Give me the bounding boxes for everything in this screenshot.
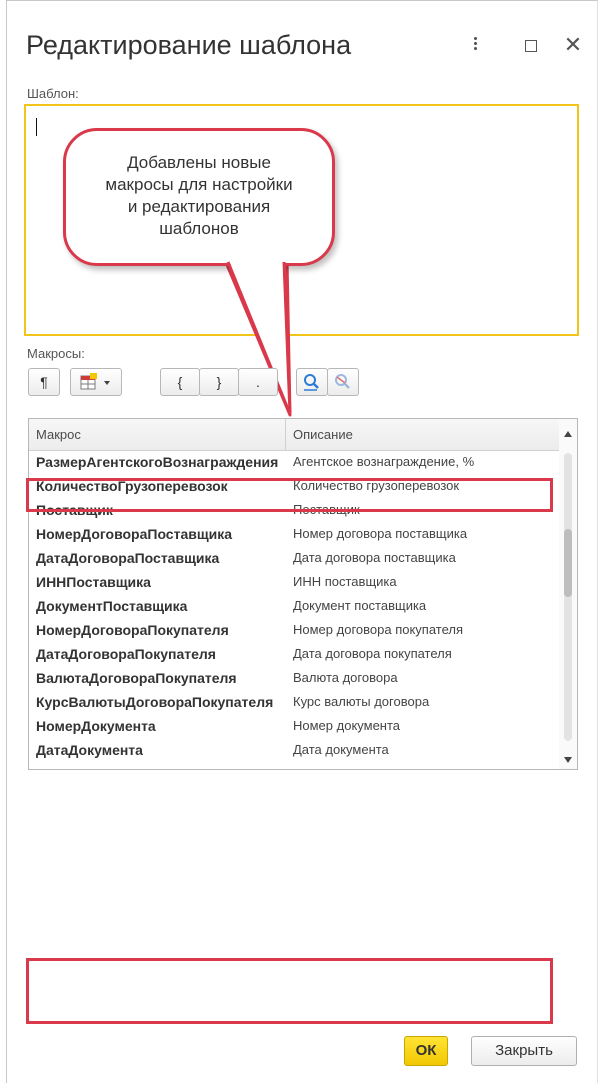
dialog-title: Редактирование шаблона [26, 30, 352, 60]
insert-field-dropdown[interactable] [70, 368, 122, 396]
table-header: Макрос Описание [29, 419, 559, 451]
scrollbar-thumb[interactable] [564, 529, 572, 597]
description-cell[interactable]: Поставщик [286, 498, 559, 522]
maximize-button[interactable] [518, 30, 544, 60]
macro-cell[interactable]: НомерДокумента [29, 714, 286, 738]
table-row[interactable]: ИННПоставщика ИНН поставщика [29, 570, 559, 594]
search-cancel-icon [335, 374, 350, 389]
more-vertical-icon [473, 36, 477, 51]
scroll-down-arrow-icon[interactable] [564, 757, 572, 763]
description-cell[interactable]: Номер счёта [286, 762, 559, 769]
brace-expression-button[interactable]: . [238, 368, 278, 396]
table-body: РазмерАгентскогоВознаграждения Агентское … [29, 450, 559, 769]
column-header-macro[interactable]: Макрос [29, 419, 286, 450]
table-row[interactable]: ДатаДоговораПоставщика Дата договора пост… [29, 546, 559, 570]
scroll-up-arrow-icon[interactable] [564, 431, 572, 437]
close-window-button[interactable]: ✕ [560, 30, 586, 60]
macro-cell[interactable]: ДатаДокумента [29, 738, 286, 762]
scrollbar-track[interactable] [564, 453, 572, 741]
ok-button[interactable]: ОК [404, 1036, 448, 1066]
table-row[interactable]: ВалютаДоговораПокупателя Валюта договора [29, 666, 559, 690]
text-caret [36, 118, 37, 136]
macro-cell[interactable]: РазмерАгентскогоВознаграждения [29, 450, 286, 474]
table-row[interactable]: НомерДокумента Номер документа [29, 714, 559, 738]
vertical-scrollbar[interactable] [559, 419, 577, 769]
table-row[interactable]: КоличествоГрузоперевозок Количество грузо… [29, 474, 559, 498]
description-cell[interactable]: Дата договора покупателя [286, 642, 559, 666]
table-row[interactable]: НомерДоговораПоставщика Номер договора по… [29, 522, 559, 546]
macros-label: Макросы: [27, 346, 85, 361]
description-cell[interactable]: Документ поставщика [286, 594, 559, 618]
paragraph-button[interactable]: ¶ [28, 368, 60, 396]
more-menu-button[interactable] [462, 30, 488, 60]
callout-line: макросы для настройки [105, 175, 293, 194]
table-row[interactable]: НомерДоговораПокупателя Номер договора по… [29, 618, 559, 642]
description-cell[interactable]: Валюта договора [286, 666, 559, 690]
description-cell[interactable]: Номер документа [286, 714, 559, 738]
macro-cell[interactable]: ДатаДоговораПокупателя [29, 642, 286, 666]
field-table-icon [80, 373, 110, 390]
table-row[interactable]: КурсВалютыДоговораПокупателя Курс валюты … [29, 690, 559, 714]
table-row[interactable]: ДатаДоговораПокупателя Дата договора поку… [29, 642, 559, 666]
description-cell[interactable]: Количество грузоперевозок [286, 474, 559, 498]
macro-cell[interactable]: ИННПоставщика [29, 570, 286, 594]
description-cell[interactable]: Номер договора покупателя [286, 618, 559, 642]
callout-line: и редактирования [127, 197, 271, 216]
macro-cell[interactable]: КурсВалютыДоговораПокупателя [29, 690, 286, 714]
brace-open-button[interactable]: { [160, 368, 200, 396]
table-row[interactable]: ДатаДокумента Дата документа [29, 738, 559, 762]
template-label: Шаблон: [27, 86, 79, 101]
macro-cell[interactable]: ДатаДоговораПоставщика [29, 546, 286, 570]
callout-line: шаблонов [159, 219, 239, 238]
macro-cell[interactable]: ВалютаДоговораПокупателя [29, 666, 286, 690]
clear-search-button[interactable] [327, 368, 359, 396]
callout-annotation: Добавлены новые макросы для настройки и … [63, 128, 335, 266]
macro-cell[interactable]: НомерДоговораПокупателя [29, 618, 286, 642]
search-icon [304, 374, 319, 391]
callout-line: Добавлены новые [127, 153, 271, 172]
column-header-description[interactable]: Описание [286, 419, 559, 450]
description-cell[interactable]: Курс валюты договора [286, 690, 559, 714]
description-cell[interactable]: Дата документа [286, 738, 559, 762]
table-row[interactable]: ДокументПоставщика Документ поставщика [29, 594, 559, 618]
macros-table: Макрос Описание РазмерАгентскогоВознагра… [28, 418, 578, 770]
table-row[interactable]: Поставщик Поставщик [29, 498, 559, 522]
macro-cell[interactable]: НомерСчета [29, 762, 286, 769]
maximize-icon [525, 39, 537, 52]
search-button[interactable] [296, 368, 328, 396]
description-cell[interactable]: Номер договора поставщика [286, 522, 559, 546]
close-button[interactable]: Закрыть [471, 1036, 577, 1066]
description-cell[interactable]: Дата договора поставщика [286, 546, 559, 570]
table-row[interactable]: РазмерАгентскогоВознаграждения Агентское … [29, 450, 559, 474]
table-row[interactable]: НомерСчетаНомер счёта [29, 762, 559, 769]
macro-cell[interactable]: КоличествоГрузоперевозок [29, 474, 286, 498]
brace-close-button[interactable]: } [199, 368, 239, 396]
macro-cell[interactable]: НомерДоговораПоставщика [29, 522, 286, 546]
description-cell[interactable]: Агентское вознаграждение, % [286, 450, 559, 474]
macro-cell[interactable]: ДокументПоставщика [29, 594, 286, 618]
description-cell[interactable]: ИНН поставщика [286, 570, 559, 594]
macro-cell[interactable]: Поставщик [29, 498, 286, 522]
